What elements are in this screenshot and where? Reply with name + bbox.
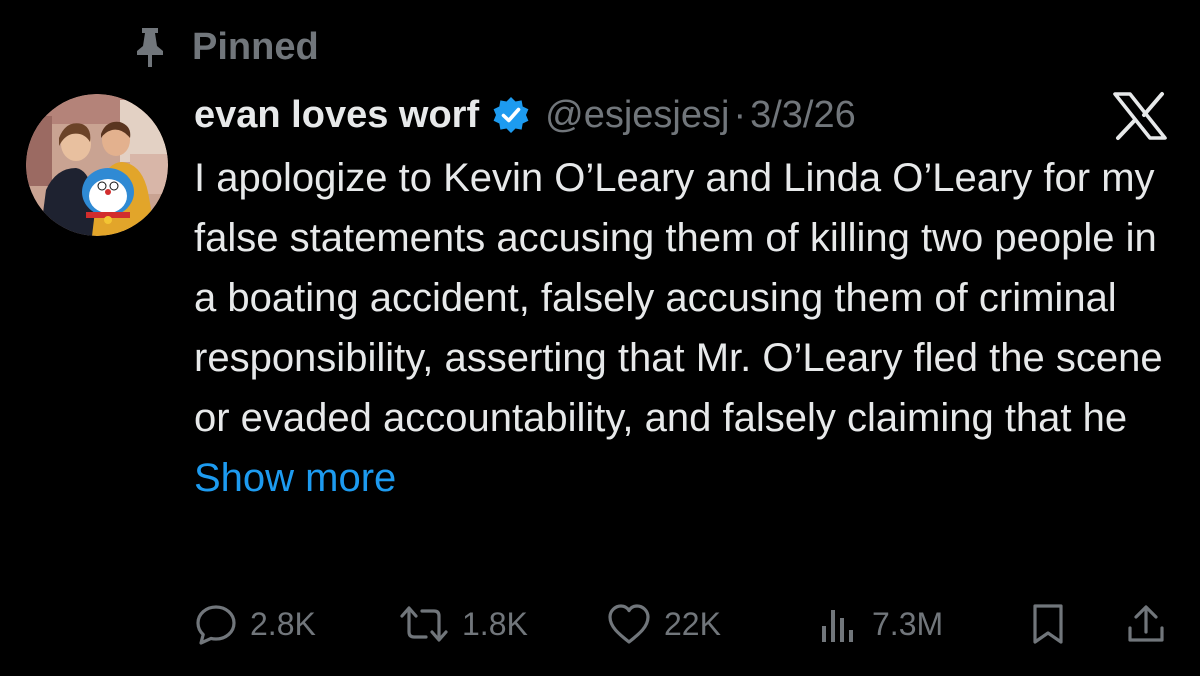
retweet-count: 1.8K bbox=[462, 605, 528, 642]
like-button[interactable]: 22K bbox=[606, 596, 721, 652]
handle[interactable]: @esjesjesj bbox=[545, 94, 729, 137]
verified-badge-icon bbox=[491, 95, 531, 135]
post-date[interactable]: 3/3/26 bbox=[750, 94, 856, 137]
like-count: 22K bbox=[664, 605, 721, 642]
heart-icon bbox=[606, 602, 652, 646]
separator: · bbox=[733, 93, 747, 136]
tweet-header: evan loves worf @esjesjesj · 3/3/26 bbox=[194, 86, 856, 144]
retweet-icon bbox=[398, 602, 450, 646]
action-bar: 2.8K 1.8K 22K 7.3M bbox=[0, 596, 1200, 652]
avatar[interactable] bbox=[26, 94, 168, 236]
tweet-text: I apologize to Kevin O’Leary and Linda O… bbox=[194, 156, 1163, 440]
x-logo-icon bbox=[1110, 91, 1170, 141]
show-more-link[interactable]: Show more bbox=[194, 456, 396, 500]
views-button[interactable]: 7.3M bbox=[816, 596, 943, 652]
bookmark-icon bbox=[1028, 602, 1068, 646]
retweet-button[interactable]: 1.8K bbox=[398, 596, 528, 652]
reply-button[interactable]: 2.8K bbox=[194, 596, 316, 652]
share-button[interactable] bbox=[1124, 596, 1168, 652]
views-icon bbox=[816, 602, 860, 646]
pinned-indicator: Pinned bbox=[134, 22, 319, 72]
share-icon bbox=[1124, 602, 1168, 646]
bookmark-button[interactable] bbox=[1028, 596, 1068, 652]
reply-count: 2.8K bbox=[250, 605, 316, 642]
tweet-body: I apologize to Kevin O’Leary and Linda O… bbox=[194, 148, 1184, 508]
pinned-label: Pinned bbox=[192, 25, 319, 68]
reply-icon bbox=[194, 602, 238, 646]
views-count: 7.3M bbox=[872, 605, 944, 642]
display-name[interactable]: evan loves worf bbox=[194, 94, 479, 137]
pin-icon bbox=[134, 25, 166, 69]
